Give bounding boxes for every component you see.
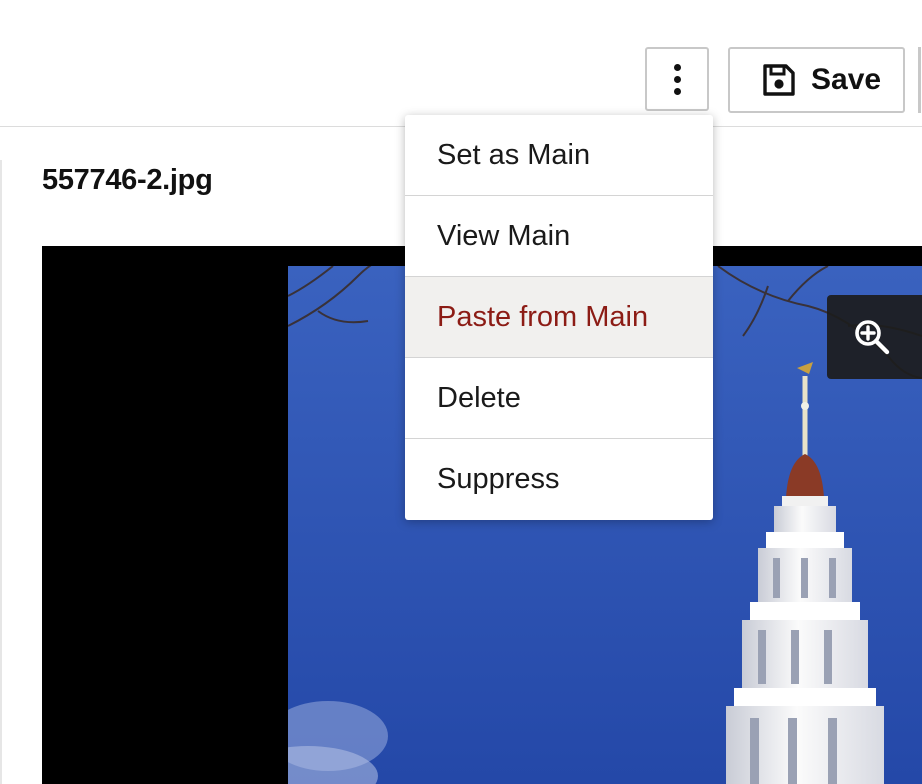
save-button-label: Save [811,63,882,96]
menu-item-suppress[interactable]: Suppress [405,439,713,520]
menu-item-delete[interactable]: Delete [405,358,713,439]
toolbar: Save [0,0,922,127]
floppy-disk-icon [763,64,795,96]
file-name-heading: 557746-2.jpg [42,164,213,196]
content-left-border [0,160,2,784]
save-button[interactable]: Save [728,47,905,113]
zoom-in-button[interactable] [827,295,922,379]
page: Save 557746-2.jpg Set as Main View Main … [0,0,922,784]
zoom-in-icon [854,320,889,355]
more-options-button[interactable] [645,47,709,111]
menu-item-view-main[interactable]: View Main [405,196,713,277]
more-options-menu: Set as Main View Main Paste from Main De… [405,115,713,520]
menu-item-set-as-main[interactable]: Set as Main [405,115,713,196]
menu-item-paste-from-main[interactable]: Paste from Main [405,277,713,358]
vertical-ellipsis-icon [673,63,681,71]
toolbar-divider [918,47,921,113]
